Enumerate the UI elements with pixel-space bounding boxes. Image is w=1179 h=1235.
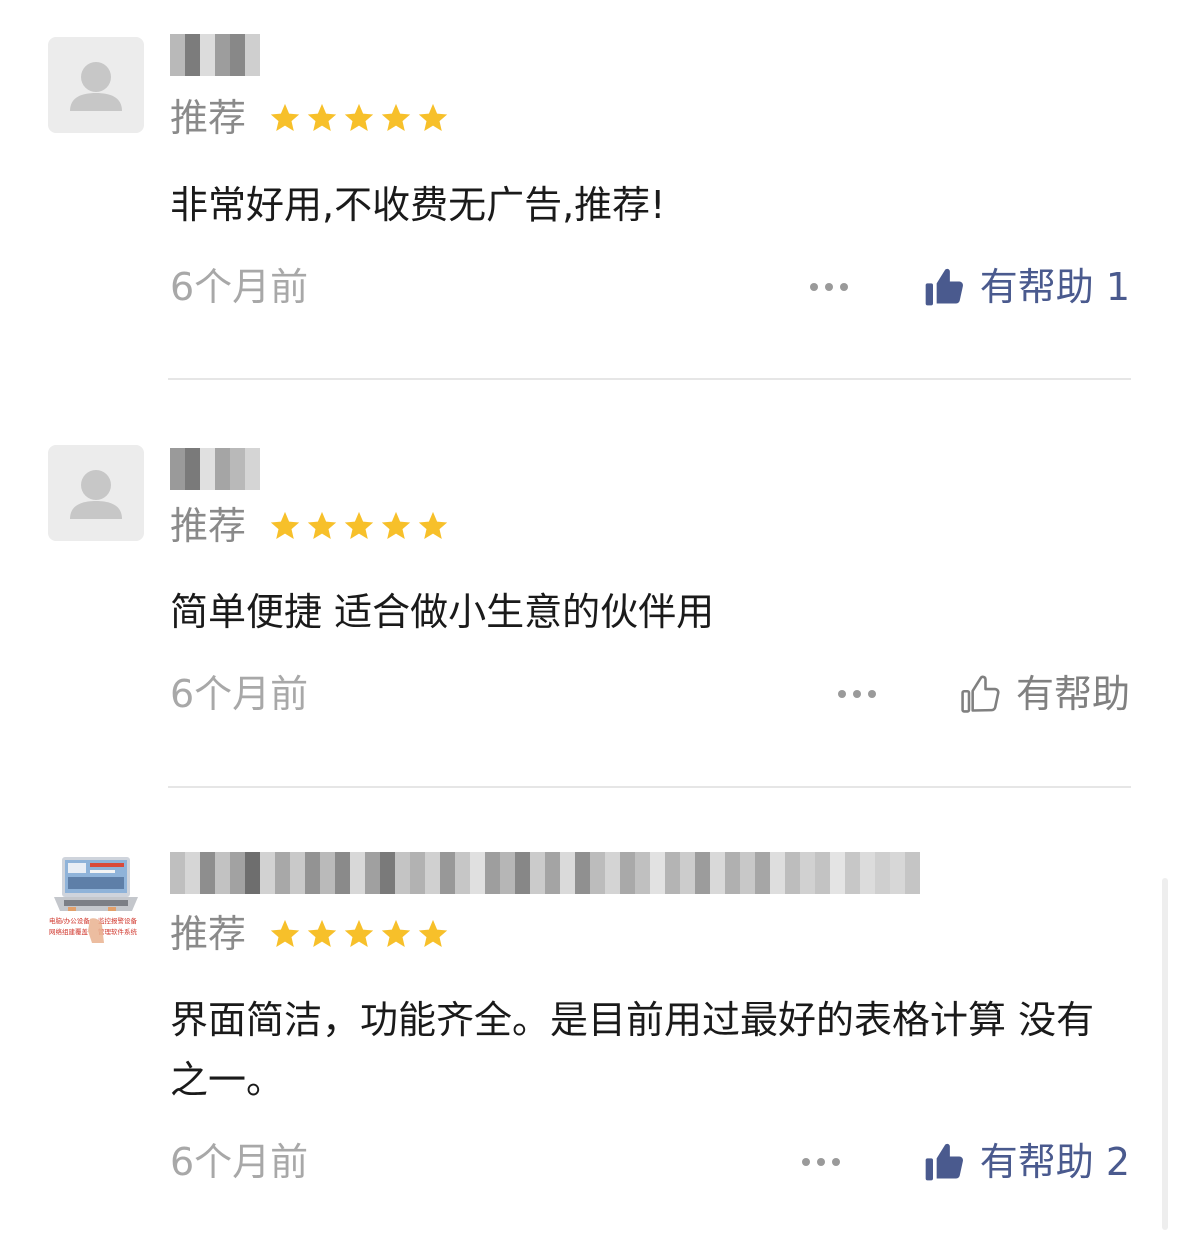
avatar-text: 管理软件系统 bbox=[98, 927, 138, 936]
username-blurred bbox=[170, 448, 260, 490]
star-icon bbox=[418, 511, 448, 540]
recommend-label: 推荐 bbox=[170, 504, 247, 548]
more-options-button[interactable] bbox=[838, 672, 876, 716]
star-rating bbox=[268, 509, 450, 543]
dot-icon bbox=[810, 283, 818, 291]
star-icon bbox=[307, 511, 337, 540]
user-avatar[interactable]: 电脑/办公设备 监控报警设备 网络组建覆盖 管理软件系统 bbox=[48, 853, 144, 949]
scrollbar[interactable] bbox=[1162, 878, 1168, 1230]
dot-icon bbox=[802, 1158, 810, 1166]
dot-icon bbox=[840, 283, 848, 291]
review-time: 6个月前 bbox=[170, 672, 309, 716]
review-content: 简单便捷 适合做小生意的伙伴用 bbox=[170, 590, 715, 634]
review-time: 6个月前 bbox=[170, 265, 309, 309]
avatar-text: 监控报警设备 bbox=[98, 916, 138, 925]
star-icon bbox=[307, 103, 337, 132]
helpful-count: 2 bbox=[1105, 1140, 1130, 1184]
thumbs-up-outline-icon bbox=[961, 675, 1000, 713]
helpful-count: 1 bbox=[1105, 265, 1130, 309]
dot-icon bbox=[838, 690, 846, 698]
helpful-label: 有帮助 bbox=[979, 1140, 1094, 1184]
star-icon bbox=[381, 919, 411, 948]
star-rating bbox=[268, 101, 450, 135]
more-options-button[interactable] bbox=[810, 265, 848, 309]
helpful-label: 有帮助 bbox=[1015, 672, 1130, 716]
default-user-icon bbox=[70, 470, 122, 519]
avatar-text: 电脑/办公设备 bbox=[49, 916, 90, 925]
star-icon bbox=[381, 103, 411, 132]
username-blurred bbox=[170, 852, 920, 894]
helpful-button[interactable]: 有帮助 2 bbox=[922, 1140, 1130, 1184]
dot-icon bbox=[868, 690, 876, 698]
star-icon bbox=[418, 919, 448, 948]
star-icon bbox=[418, 103, 448, 132]
star-rating bbox=[268, 917, 450, 951]
username-blurred bbox=[170, 34, 260, 76]
helpful-button[interactable]: 有帮助 bbox=[958, 672, 1130, 716]
thumbs-up-filled-icon bbox=[925, 268, 963, 306]
star-icon bbox=[344, 103, 374, 132]
helpful-label: 有帮助 bbox=[979, 265, 1094, 309]
recommend-label: 推荐 bbox=[170, 96, 247, 140]
star-icon bbox=[344, 919, 374, 948]
star-icon bbox=[270, 919, 300, 948]
dot-icon bbox=[825, 283, 833, 291]
review-content: 界面简洁，功能齐全。是目前用过最好的表格计算 没有之一。 bbox=[170, 998, 1095, 1102]
star-icon bbox=[270, 511, 300, 540]
divider bbox=[168, 378, 1131, 380]
laptop-store-avatar-image: 电脑/办公设备 监控报警设备 网络组建覆盖 管理软件系统 bbox=[48, 853, 144, 949]
dot-icon bbox=[853, 690, 861, 698]
dot-icon bbox=[832, 1158, 840, 1166]
thumbs-up-filled-icon bbox=[925, 1143, 963, 1181]
star-icon bbox=[344, 511, 374, 540]
star-icon bbox=[381, 511, 411, 540]
dot-icon bbox=[817, 1158, 825, 1166]
helpful-button[interactable]: 有帮助 1 bbox=[922, 265, 1130, 309]
review-content: 非常好用,不收费无广告,推荐! bbox=[170, 183, 666, 227]
more-options-button[interactable] bbox=[802, 1140, 840, 1184]
divider bbox=[168, 786, 1131, 788]
review-time: 6个月前 bbox=[170, 1140, 309, 1184]
recommend-label: 推荐 bbox=[170, 912, 247, 956]
star-icon bbox=[270, 103, 300, 132]
user-avatar[interactable] bbox=[48, 37, 144, 133]
default-user-icon bbox=[70, 62, 122, 111]
user-avatar[interactable] bbox=[48, 445, 144, 541]
star-icon bbox=[307, 919, 337, 948]
avatar-text: 网络组建覆盖 bbox=[49, 927, 89, 936]
